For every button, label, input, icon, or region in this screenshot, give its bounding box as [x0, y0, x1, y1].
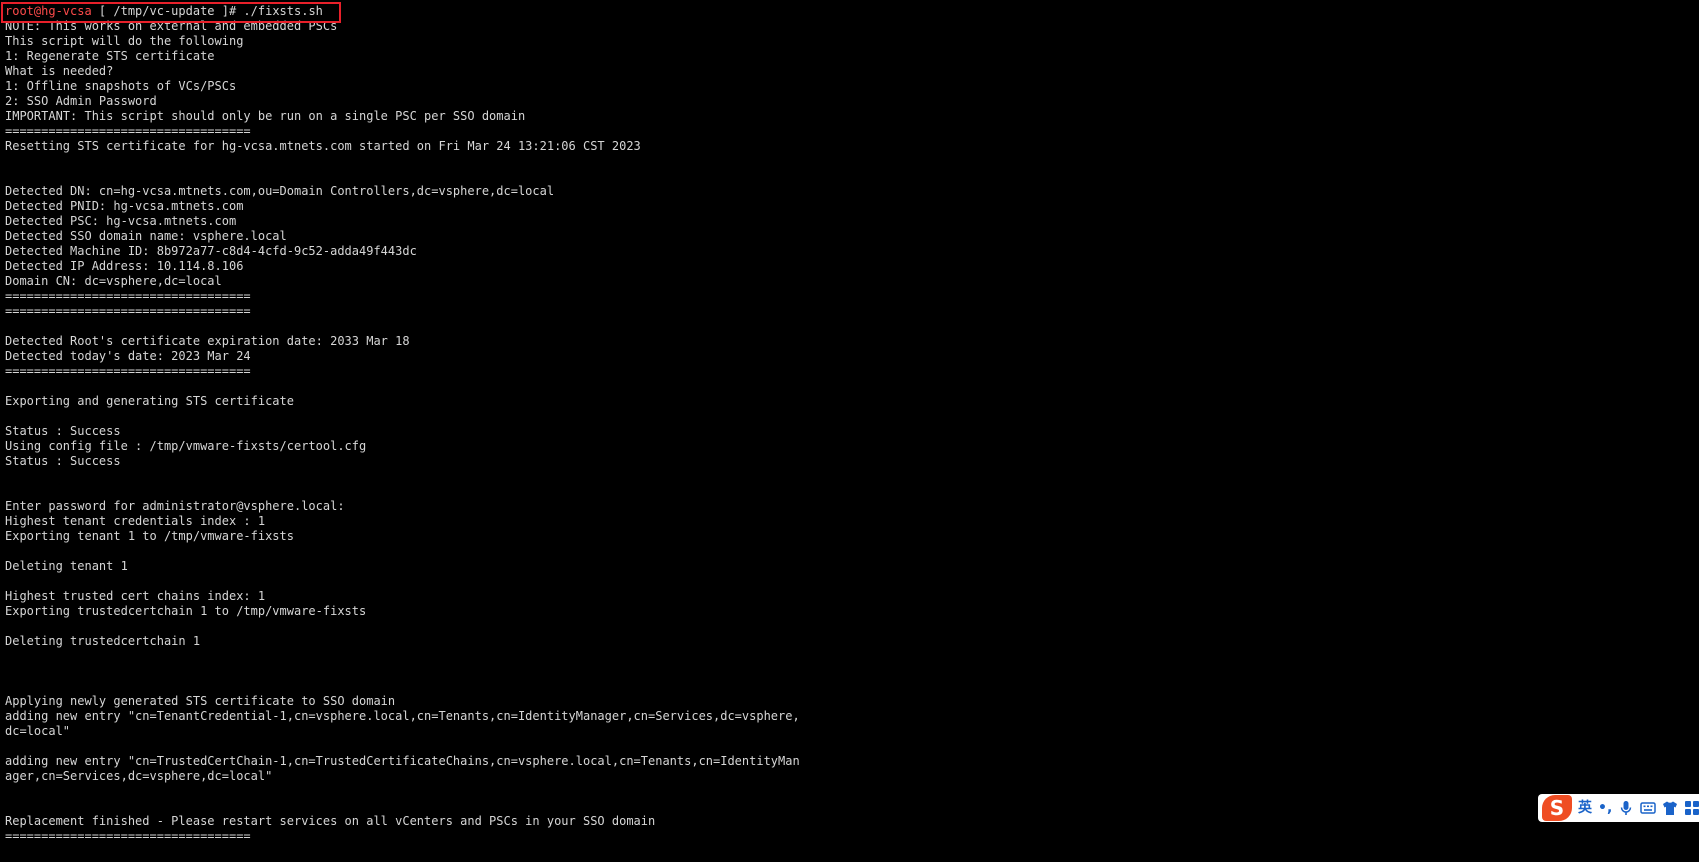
terminal-line: ================================== — [5, 304, 251, 318]
grid-icon[interactable] — [1684, 800, 1699, 816]
terminal-line: Deleting tenant 1 — [5, 559, 128, 573]
ime-punctuation-toggle[interactable]: •, — [1598, 795, 1612, 821]
terminal-line: Applying newly generated STS certificate… — [5, 694, 396, 708]
terminal-line: Domain CN: dc=vsphere,dc=local — [5, 274, 222, 288]
terminal-window[interactable]: root@hg-vcsa [ /tmp/vc-update ]# ./fixst… — [0, 0, 1699, 862]
terminal-line: Highest trusted cert chains index: 1 — [5, 589, 266, 603]
terminal-line: Resetting STS certificate for hg-vcsa.mt… — [5, 139, 641, 153]
terminal-line: adding new entry "cn=TrustedCertChain-1,… — [5, 754, 800, 768]
terminal-line: ================================== — [5, 364, 251, 378]
terminal-line: dc=local" — [5, 724, 71, 738]
prompt-user: root@hg-vcsa — [5, 4, 92, 18]
terminal-line: ================================== — [5, 124, 251, 138]
terminal-line: ================================== — [5, 829, 251, 843]
terminal-line: 1: Offline snapshots of VCs/PSCs — [5, 79, 237, 93]
terminal-line: This script will do the following — [5, 34, 244, 48]
ime-language-toggle[interactable]: 英 — [1578, 795, 1592, 821]
shirt-icon[interactable] — [1662, 800, 1678, 816]
terminal-line: Detected DN: cn=hg-vcsa.mtnets.com,ou=Do… — [5, 184, 555, 198]
terminal-line: Detected Root's certificate expiration d… — [5, 334, 410, 348]
terminal-line: Exporting and generating STS certificate — [5, 394, 294, 408]
terminal-line: Exporting trustedcertchain 1 to /tmp/vmw… — [5, 604, 367, 618]
terminal-line: Highest tenant credentials index : 1 — [5, 514, 266, 528]
terminal-line: Exporting tenant 1 to /tmp/vmware-fixsts — [5, 529, 294, 543]
terminal-line: Detected PNID: hg-vcsa.mtnets.com — [5, 199, 244, 213]
terminal-line: IMPORTANT: This script should only be ru… — [5, 109, 526, 123]
output-lines: NOTE: This works on external and embedde… — [5, 19, 1305, 844]
ime-toolbar[interactable]: S 英 •, — [1538, 794, 1699, 822]
terminal-line: adding new entry "cn=TenantCredential-1,… — [5, 709, 800, 723]
terminal-line: Detected Machine ID: 8b972a77-c8d4-4cfd-… — [5, 244, 417, 258]
terminal-line: Deleting trustedcertchain 1 — [5, 634, 201, 648]
terminal-line: NOTE: This works on external and embedde… — [5, 19, 338, 33]
terminal-line: Status : Success — [5, 424, 121, 438]
terminal-line: Using config file : /tmp/vmware-fixsts/c… — [5, 439, 367, 453]
terminal-line: What is needed? — [5, 64, 114, 78]
terminal-line: Replacement finished - Please restart se… — [5, 814, 656, 828]
terminal-line: Enter password for administrator@vsphere… — [5, 499, 345, 513]
terminal-line: Status : Success — [5, 454, 121, 468]
microphone-icon[interactable] — [1618, 800, 1634, 816]
keyboard-icon[interactable] — [1640, 800, 1657, 816]
terminal-output: root@hg-vcsa [ /tmp/vc-update ]# ./fixst… — [5, 4, 1305, 844]
terminal-line: Detected today's date: 2023 Mar 24 — [5, 349, 251, 363]
terminal-line: Detected IP Address: 10.114.8.106 — [5, 259, 244, 273]
terminal-line: Detected SSO domain name: vsphere.local — [5, 229, 287, 243]
terminal-line: ================================== — [5, 289, 251, 303]
command-prompt-line: root@hg-vcsa [ /tmp/vc-update ]# ./fixst… — [5, 4, 1305, 19]
sogou-logo-icon[interactable]: S — [1542, 795, 1572, 821]
terminal-line: 2: SSO Admin Password — [5, 94, 157, 108]
terminal-line: ager,cn=Services,dc=vsphere,dc=local" — [5, 769, 273, 783]
terminal-line: Detected PSC: hg-vcsa.mtnets.com — [5, 214, 237, 228]
terminal-line: 1: Regenerate STS certificate — [5, 49, 215, 63]
prompt-command: [ /tmp/vc-update ]# ./fixsts.sh — [91, 4, 323, 18]
